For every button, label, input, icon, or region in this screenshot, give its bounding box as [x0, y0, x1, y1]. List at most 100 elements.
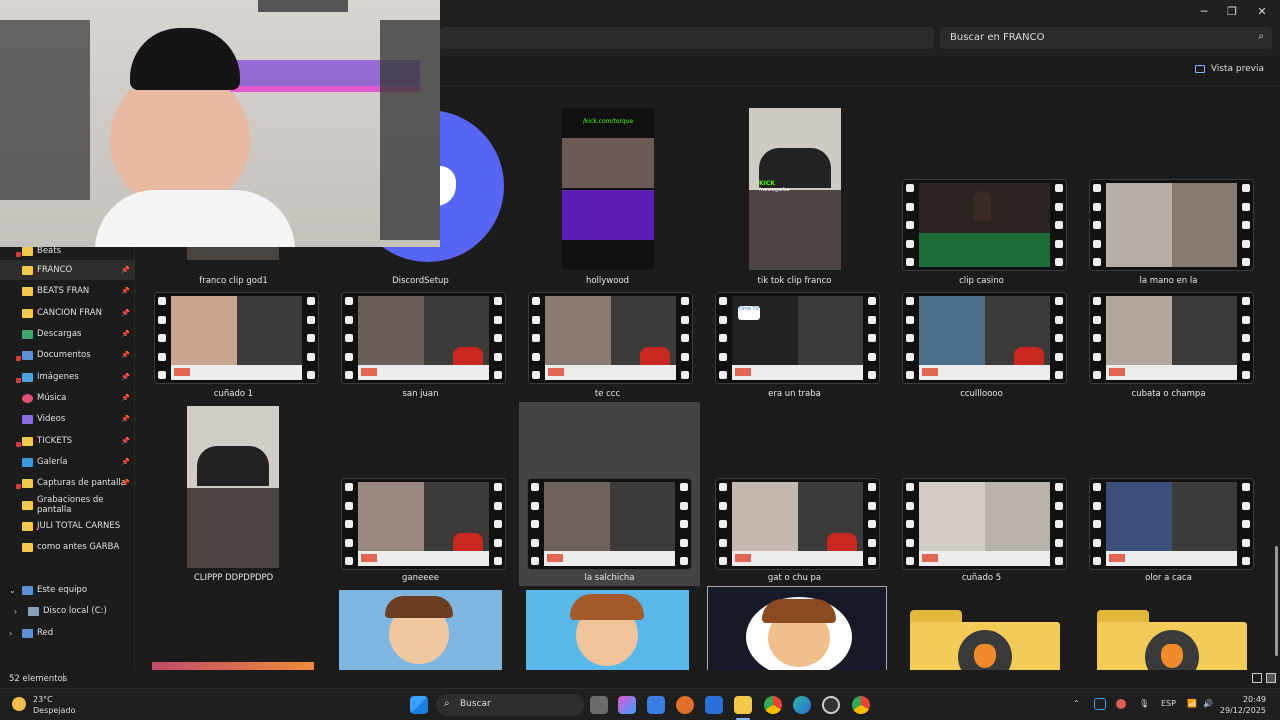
sidebar-item-disco-local[interactable]: › Disco local (C:)	[0, 601, 135, 621]
sidebar-item-capturas[interactable]: Capturas de pantalla 📌	[0, 473, 135, 493]
outlook-icon[interactable]	[705, 696, 723, 714]
file-name: te ccc	[594, 389, 621, 399]
address-bar[interactable]	[440, 27, 934, 49]
search-placeholder: Buscar en FRANCO	[950, 32, 1045, 43]
folder-icon	[22, 478, 33, 488]
sidebar-item-franco[interactable]: FRANCO 📌	[0, 260, 135, 280]
folder-icon	[22, 286, 33, 296]
microphone-icon[interactable]: 🎙	[1139, 699, 1149, 708]
scrollbar[interactable]	[1275, 546, 1278, 656]
store-icon[interactable]	[647, 696, 665, 714]
tiles-view-icon[interactable]	[1266, 673, 1276, 683]
file-name: tik tok clip franco	[757, 276, 832, 286]
moon-icon	[12, 697, 26, 711]
taskbar: 23°C Despejado ⌕ Buscar ⌃ 🎙 ESP 📶 🔊 20:49 2…	[0, 688, 1280, 720]
file-item[interactable]: cuñado 5	[888, 404, 1075, 594]
edge-icon[interactable]	[793, 696, 811, 714]
search-icon[interactable]: ⌕	[1258, 31, 1264, 42]
network-icon	[22, 628, 33, 638]
sidebar-item-beats-fran[interactable]: BEATS FRAN 📌	[0, 281, 135, 301]
app-tray-icon[interactable]	[1116, 699, 1126, 709]
sync-error-icon	[16, 484, 21, 489]
video-thumbnail	[902, 179, 1067, 271]
file-item[interactable]: ganeeee	[327, 404, 514, 594]
file-item[interactable]: CLIPPP DDPDPDPD	[140, 404, 327, 594]
chevron-up-icon[interactable]: ⌃	[1073, 699, 1080, 708]
sidebar-item-videos[interactable]: Videos 📌	[0, 409, 135, 429]
video-thumbnail	[902, 478, 1067, 570]
sidebar-item-red[interactable]: › Red	[0, 623, 135, 643]
pin-icon: 📌	[121, 266, 130, 274]
cartoon-thumbnail[interactable]	[707, 586, 887, 670]
task-view-icon[interactable]	[590, 696, 608, 714]
kick-url-text: /kick.com/torque	[582, 118, 634, 125]
video-thumbnail	[1089, 179, 1254, 271]
video-thumbnail	[528, 292, 693, 384]
sidebar-item-tickets[interactable]: TICKETS 📌	[0, 431, 135, 451]
file-item[interactable]: la mano en la	[1075, 98, 1262, 288]
brave-icon[interactable]	[676, 696, 694, 714]
kick-logo-text: KICK	[759, 180, 775, 187]
file-item[interactable]: /kick.com/torque hollywood	[514, 98, 701, 288]
file-name: hollywood	[585, 276, 630, 286]
fl-studio-folder[interactable]	[1097, 610, 1247, 670]
file-name: olor a caca	[1145, 573, 1192, 583]
sidebar-item-como-antes[interactable]: como antes GARBA	[0, 537, 135, 557]
file-item[interactable]: clip casino	[888, 98, 1075, 288]
computer-icon	[22, 585, 33, 595]
sidebar-item-galeria[interactable]: Galería 📌	[0, 452, 135, 472]
chevron-down-icon[interactable]: ⌄	[9, 586, 16, 595]
file-explorer-icon[interactable]	[734, 696, 752, 714]
file-item[interactable]: gat o chu pa	[701, 404, 888, 594]
video-thumbnail	[341, 478, 506, 570]
chrome-profile-icon[interactable]	[852, 696, 870, 714]
cartoon-thumbnail[interactable]	[339, 590, 502, 670]
weather-condition: Despejado	[33, 706, 76, 715]
pin-icon: 📌	[121, 287, 130, 295]
sidebar-item-descargas[interactable]: Descargas 📌	[0, 324, 135, 344]
wifi-icon[interactable]: 📶	[1187, 699, 1197, 708]
pin-icon: 📌	[121, 373, 130, 381]
webcam-overlay	[0, 0, 440, 247]
image-thumbnail[interactable]	[152, 662, 314, 670]
file-item[interactable]: KICK francogarba tik tok clip franco	[701, 98, 888, 288]
sidebar-item-label: Galería	[37, 457, 68, 467]
cartoon-thumbnail[interactable]	[526, 590, 689, 670]
language-indicator[interactable]: ESP	[1161, 699, 1176, 708]
details-view-icon[interactable]	[1252, 673, 1262, 683]
clock[interactable]: 20:49 29/12/2025	[1220, 694, 1266, 716]
copilot-icon[interactable]	[618, 696, 636, 714]
video-thumbnail	[1089, 292, 1254, 384]
sidebar-item-label: Este equipo	[37, 585, 88, 595]
chevron-right-icon[interactable]: ›	[9, 629, 12, 638]
sidebar-item-grabaciones[interactable]: Grabaciones de pantalla	[0, 495, 135, 515]
folder-icon	[22, 542, 33, 552]
sidebar-item-cancion-fran[interactable]: CANCION FRAN 📌	[0, 303, 135, 323]
pin-icon: 📌	[121, 415, 130, 423]
sidebar-item-imagenes[interactable]: Imágenes 📌	[0, 367, 135, 387]
file-name: clip casino	[959, 276, 1004, 286]
sidebar-item-documentos[interactable]: Documentos 📌	[0, 345, 135, 365]
sidebar-item-este-equipo[interactable]: ⌄ Este equipo	[0, 580, 135, 600]
chrome-icon[interactable]	[764, 696, 782, 714]
onedrive-icon[interactable]	[1094, 698, 1106, 710]
close-icon[interactable]: ✕	[1246, 0, 1278, 22]
search-input[interactable]: Buscar en FRANCO ⌕	[940, 27, 1272, 49]
file-name: ganeeee	[402, 573, 439, 583]
taskbar-search[interactable]: ⌕ Buscar	[436, 694, 584, 716]
obs-icon[interactable]	[822, 696, 840, 714]
sidebar-item-label: Disco local (C:)	[43, 606, 107, 616]
kick-user-text: francogarba	[759, 187, 790, 193]
restore-icon[interactable]: ❐	[1216, 0, 1248, 22]
sidebar-item-musica[interactable]: Música 📌	[0, 388, 135, 408]
fl-studio-folder[interactable]	[910, 610, 1060, 670]
preview-pane-label: Vista previa	[1210, 64, 1264, 74]
sidebar-item-juli[interactable]: JULI TOTAL CARNES	[0, 516, 135, 536]
file-item-hover[interactable]: la salchicha	[519, 402, 700, 586]
start-icon[interactable]	[410, 696, 428, 714]
chevron-right-icon[interactable]: ›	[14, 607, 17, 616]
file-item[interactable]: olor a caca	[1075, 404, 1262, 594]
preview-pane-button[interactable]: Vista previa	[1194, 64, 1264, 74]
folder-icon	[22, 500, 33, 510]
volume-icon[interactable]: 🔊	[1203, 699, 1213, 708]
